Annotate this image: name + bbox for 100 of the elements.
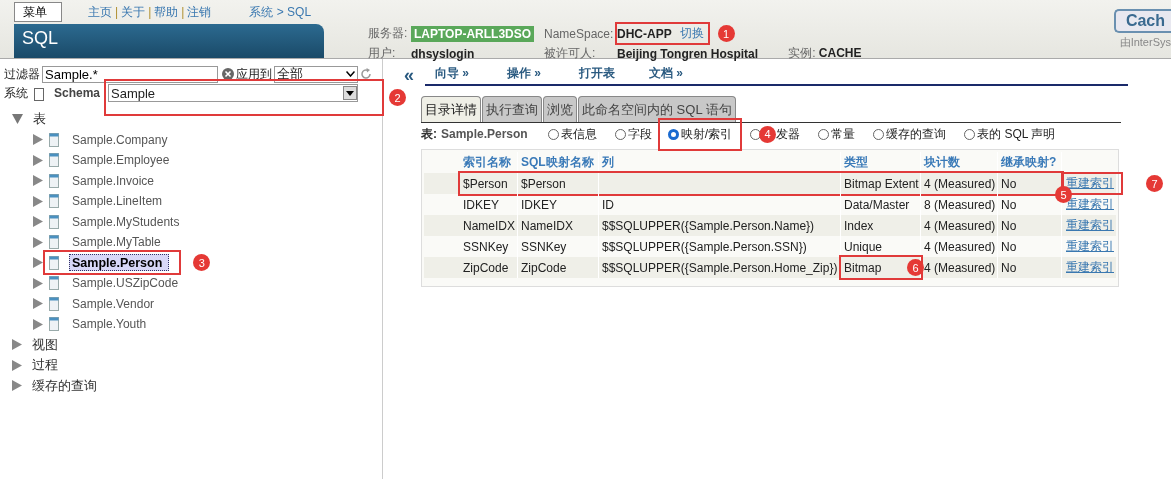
table-icon xyxy=(49,296,59,311)
table-cell: $$SQLUPPER({Sample.Person.Home_Zip}) xyxy=(599,257,841,278)
expand-triangle-icon[interactable] xyxy=(33,298,43,310)
radio-label[interactable]: 发器 xyxy=(776,125,801,143)
table-cell: No xyxy=(998,215,1062,236)
tab[interactable]: 此命名空间内的 SQL 语句 xyxy=(578,96,736,122)
table-icon xyxy=(49,214,59,229)
table-cell: $Person xyxy=(518,173,599,194)
nav-menu-item[interactable]: 向导 » xyxy=(425,64,497,82)
tree-item[interactable]: Sample.USZipCode xyxy=(69,274,182,293)
expand-triangle-icon[interactable] xyxy=(33,236,43,248)
expand-triangle-icon[interactable] xyxy=(33,154,43,166)
apply-to-label: 应用到 xyxy=(236,65,272,83)
table-icon xyxy=(49,235,59,250)
collapse-button[interactable]: « xyxy=(393,64,425,86)
schema-label: Schema xyxy=(53,86,100,100)
user-value: dhsyslogin xyxy=(411,46,476,61)
licensee-label: 被许可人: xyxy=(544,45,597,62)
nav-link[interactable]: 帮助 xyxy=(154,3,179,21)
table-cell: 4 (Measured) xyxy=(921,257,998,278)
instance-label: 实例: xyxy=(788,46,816,60)
namespace-value: DHC-APP xyxy=(617,26,672,41)
tree-item[interactable]: Sample.Youth xyxy=(69,315,150,334)
page-title: SQL xyxy=(14,24,324,58)
system-checkbox[interactable] xyxy=(34,88,44,101)
rebuild-index-link[interactable]: 重建索引 xyxy=(1066,238,1114,255)
breadcrumb[interactable]: 系统 > SQL xyxy=(249,3,312,21)
nav-menu-item[interactable]: 操作 » xyxy=(497,64,569,82)
tree-item[interactable]: Sample.MyTable xyxy=(69,233,164,252)
tree-item[interactable]: Sample.Invoice xyxy=(69,171,158,190)
radio-button[interactable] xyxy=(964,128,976,140)
system-label: 系统 xyxy=(4,85,28,102)
table-cell: Index xyxy=(841,215,921,236)
nav-link[interactable]: 主页 xyxy=(88,3,112,21)
menu-button[interactable]: 菜单 xyxy=(14,2,62,22)
table-cell: $Person xyxy=(460,173,518,194)
expand-triangle-icon[interactable] xyxy=(33,175,43,187)
radio-label[interactable]: 映射/索引 xyxy=(680,125,733,143)
switch-link[interactable]: 切换 xyxy=(679,25,704,42)
tab[interactable]: 目录详情 xyxy=(421,96,481,122)
clear-icon[interactable] xyxy=(222,68,234,80)
tree-item[interactable]: Sample.Vendor xyxy=(69,294,158,313)
filter-field[interactable]: Sample.* xyxy=(42,65,218,83)
radio-button[interactable] xyxy=(818,128,830,140)
expand-triangle-icon[interactable] xyxy=(33,134,43,146)
radio-button[interactable] xyxy=(873,128,885,140)
expand-triangle-icon[interactable] xyxy=(33,257,43,269)
table-icon xyxy=(49,173,59,188)
server-name: LAPTOP-ARLL3DSO xyxy=(411,25,535,42)
nav-menu-item[interactable]: 打开表 xyxy=(569,64,639,82)
radio-label[interactable]: 表信息 xyxy=(560,125,597,143)
tree-item[interactable]: Sample.MyStudents xyxy=(69,212,183,231)
rebuild-index-link[interactable]: 重建索引 xyxy=(1066,217,1114,234)
tree-item[interactable]: Sample.Company xyxy=(69,130,171,149)
tree-folder[interactable]: 过程 xyxy=(32,356,58,375)
link-separator: | xyxy=(181,5,185,19)
table-cell: Bitmap 6 xyxy=(841,257,921,278)
nav-menu-item[interactable]: 文档 » xyxy=(639,64,711,82)
collapse-triangle-icon[interactable] xyxy=(12,114,23,125)
annotation-marker: 2 xyxy=(389,89,406,106)
tab[interactable]: 浏览 xyxy=(543,96,577,122)
table-label: 表: xyxy=(421,125,437,143)
radio-label[interactable]: 缓存的查询 xyxy=(886,125,947,143)
tab[interactable]: 执行查询 xyxy=(482,96,542,122)
refresh-icon[interactable] xyxy=(360,68,372,80)
expand-triangle-icon[interactable] xyxy=(12,339,22,351)
table-cell: NameIDX xyxy=(518,215,599,236)
table-cell: NameIDX xyxy=(460,215,518,236)
product-button[interactable]: Cach xyxy=(1113,9,1171,33)
nav-link[interactable]: 关于 xyxy=(121,3,146,21)
radio-label[interactable]: 表的 SQL 声明 xyxy=(977,125,1056,143)
expand-triangle-icon[interactable] xyxy=(33,216,43,228)
table-cell: 4 (Measured) xyxy=(921,215,998,236)
table-icon xyxy=(49,132,59,147)
radio-label[interactable]: 字段 xyxy=(627,125,652,143)
radio-button[interactable] xyxy=(667,128,679,140)
expand-triangle-icon[interactable] xyxy=(33,277,43,289)
table-cell: $$SQLUPPER({Sample.Person.Name}) xyxy=(599,215,841,236)
table-icon xyxy=(49,317,59,332)
expand-triangle-icon[interactable] xyxy=(12,380,22,392)
expand-triangle-icon[interactable] xyxy=(12,359,22,371)
radio-label[interactable]: 常量 xyxy=(831,125,856,143)
expand-triangle-icon[interactable] xyxy=(33,195,43,207)
user-label: 用户: xyxy=(368,45,397,62)
tree-item[interactable]: Sample.LineItem xyxy=(69,192,166,211)
expand-triangle-icon[interactable] xyxy=(33,318,43,330)
nav-link[interactable]: 注销 xyxy=(187,3,212,21)
radio-button[interactable] xyxy=(614,128,626,140)
annotation-marker: 1 xyxy=(717,25,735,42)
tree-item[interactable]: Sample.Employee xyxy=(69,151,173,170)
namespace-label: NameSpace: xyxy=(544,26,615,41)
link-separator: | xyxy=(148,5,152,19)
radio-button[interactable] xyxy=(547,128,559,140)
tree-folder[interactable]: 表 xyxy=(33,110,46,129)
tree-folder[interactable]: 缓存的查询 xyxy=(32,376,97,395)
tree-item[interactable]: Sample.Person xyxy=(69,254,170,272)
table-name: Sample.Person xyxy=(441,127,528,141)
tree-folder[interactable]: 视图 xyxy=(32,335,58,354)
schema-select[interactable]: Sample xyxy=(108,84,358,102)
rebuild-index-link[interactable]: 重建索引 xyxy=(1066,259,1114,276)
